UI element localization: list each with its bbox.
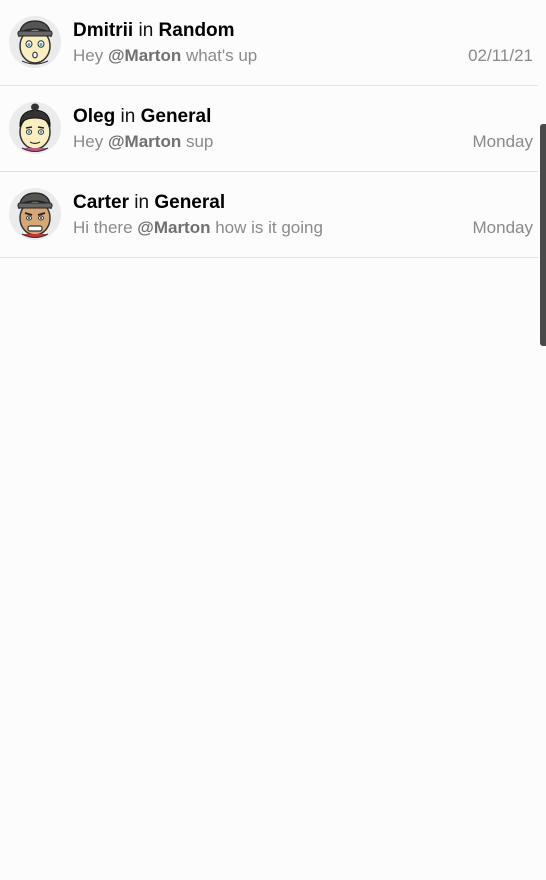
in-word: in: [134, 192, 150, 213]
in-word: in: [120, 106, 136, 127]
message-preview: Hi there @Marton how is it going: [73, 218, 323, 238]
avatar: [8, 101, 62, 155]
thread-row[interactable]: Oleg in General Hey @Marton sup Monday: [0, 86, 538, 172]
author-name: Carter: [73, 192, 129, 213]
author-name: Oleg: [73, 106, 116, 127]
avatar-dmitrii-icon: [9, 16, 61, 68]
preview-text-before: Hey: [73, 46, 108, 65]
thread-title: Oleg in General: [73, 106, 211, 128]
message-preview: Hey @Marton what's up: [73, 46, 257, 66]
channel-name: General: [140, 106, 212, 127]
thread-title: Dmitrii in Random: [73, 20, 235, 42]
in-word: in: [138, 20, 154, 41]
timestamp: Monday: [472, 132, 533, 151]
timestamp: 02/11/21: [468, 46, 533, 65]
channel-name: General: [154, 192, 226, 213]
avatar-oleg-icon: [9, 102, 61, 154]
thread-list: Dmitrii in Random Hey @Marton what's up …: [0, 0, 538, 258]
thread-title: Carter in General: [73, 192, 225, 214]
message-preview: Hey @Marton sup: [73, 132, 213, 152]
preview-text-before: Hi there: [73, 218, 138, 237]
preview-text-after: what's up: [181, 46, 258, 65]
scrollbar[interactable]: [540, 124, 546, 346]
avatar-carter-icon: [9, 188, 61, 240]
avatar: [8, 15, 62, 69]
avatar: [8, 187, 62, 241]
preview-text-after: how is it going: [210, 218, 323, 237]
timestamp: Monday: [472, 218, 533, 237]
thread-row[interactable]: Carter in General Hi there @Marton how i…: [0, 172, 538, 258]
author-name: Dmitrii: [73, 20, 134, 41]
thread-row[interactable]: Dmitrii in Random Hey @Marton what's up …: [0, 0, 538, 86]
channel-name: Random: [158, 20, 235, 41]
preview-text-before: Hey: [73, 132, 108, 151]
mention: @Marton: [107, 132, 182, 151]
mention: @Marton: [107, 46, 182, 65]
preview-text-after: sup: [181, 132, 214, 151]
mention: @Marton: [137, 218, 211, 237]
